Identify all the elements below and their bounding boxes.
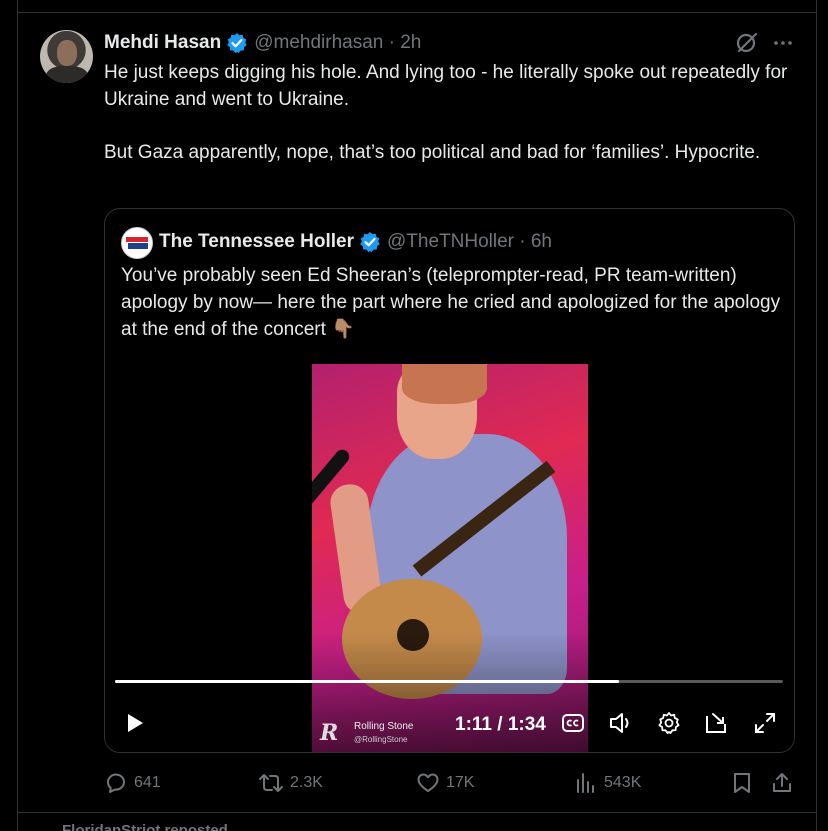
reply-count: 641 (134, 774, 161, 791)
video-fade (312, 632, 588, 752)
repost-icon (259, 774, 283, 792)
bookmark-icon (734, 773, 750, 793)
divider (17, 812, 817, 813)
heart-icon (417, 773, 439, 792)
quoted-tweet-header: The Tennessee Holler @TheTNHoller · 6h (159, 230, 552, 254)
video-progress-fill (115, 680, 620, 683)
repost-button[interactable]: 2.3K (258, 770, 323, 796)
verified-badge-icon (227, 33, 248, 54)
video-time: 1:11 / 1:34 (455, 714, 546, 735)
volume-icon (610, 713, 629, 733)
gear-icon (658, 712, 680, 734)
quoted-tweet-card[interactable]: The Tennessee Holler @TheTNHoller · 6h Y… (104, 208, 795, 753)
captions-icon (562, 714, 584, 732)
views-count: 543K (604, 774, 642, 791)
reply-icon (107, 773, 125, 793)
share-icon (773, 773, 791, 792)
bookmark-button[interactable] (730, 770, 760, 796)
share-button[interactable] (770, 770, 800, 796)
reply-button[interactable]: 641 (104, 770, 161, 796)
avatar-face (57, 40, 77, 66)
views-button[interactable]: 543K (574, 770, 641, 796)
tweet-actions: 641 2.3K 17K 543K (104, 770, 796, 796)
avatar-logo-bar (128, 243, 148, 249)
author-handle-time[interactable]: @mehdirhasan · 2h (254, 32, 421, 54)
grok-icon[interactable] (735, 31, 759, 55)
picture-in-picture-button[interactable] (703, 709, 731, 737)
play-icon (128, 714, 143, 732)
play-button[interactable] (121, 709, 149, 737)
verified-badge-icon (360, 232, 380, 253)
tweet-text: He just keeps digging his hole. And lyin… (104, 59, 794, 166)
video-figure (402, 364, 487, 404)
quoted-author-avatar[interactable] (121, 227, 153, 259)
avatar-logo-bar (126, 237, 148, 242)
like-count: 17K (446, 774, 475, 791)
watermark-logo: R (320, 720, 339, 746)
video-progress-bar[interactable] (115, 680, 783, 683)
like-button[interactable]: 17K (416, 770, 474, 796)
tweet-header: Mehdi Hasan @mehdirhasan · 2h (104, 31, 421, 55)
tweet-text-paragraph: He just keeps digging his hole. And lyin… (104, 62, 788, 110)
video-player[interactable]: R Rolling Stone @RollingStone 1:11 / 1:3… (105, 364, 794, 752)
divider (17, 12, 817, 13)
quoted-author-name[interactable]: The Tennessee Holler (159, 231, 354, 253)
video-frame: R Rolling Stone @RollingStone (312, 364, 588, 752)
watermark-name: Rolling Stone (354, 721, 414, 732)
avatar-shirt (46, 66, 88, 83)
quoted-author-handle-time[interactable]: @TheTNHoller · 6h (387, 231, 552, 253)
watermark-handle: @RollingStone (354, 735, 408, 744)
next-tweet-social-context[interactable]: FloridanStriot reposted (62, 822, 228, 831)
volume-button[interactable] (607, 709, 635, 737)
author-name[interactable]: Mehdi Hasan (104, 32, 221, 54)
expand-icon (755, 713, 775, 733)
settings-button[interactable] (655, 709, 683, 737)
tweet-text-paragraph: But Gaza apparently, nope, that’s too po… (104, 142, 761, 163)
views-chart-icon (577, 773, 594, 793)
more-options-icon[interactable] (772, 33, 794, 53)
captions-button[interactable] (559, 709, 587, 737)
pip-icon (706, 713, 726, 733)
repost-count: 2.3K (290, 774, 323, 791)
quoted-tweet-text: You’ve probably seen Ed Sheeran’s (telep… (121, 265, 781, 340)
author-avatar[interactable] (40, 30, 93, 83)
fullscreen-button[interactable] (751, 709, 779, 737)
